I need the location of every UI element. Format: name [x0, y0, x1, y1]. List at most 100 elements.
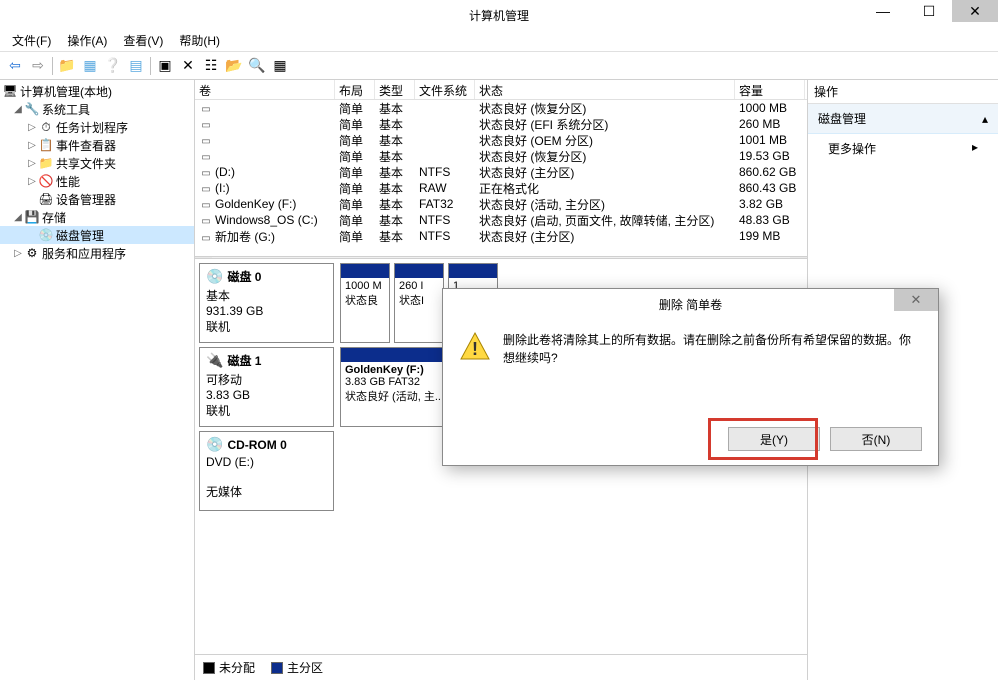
scroll-right-icon[interactable]: ▶: [790, 257, 807, 258]
tree-performance[interactable]: ▷ 🚫 性能: [0, 172, 194, 190]
table-row[interactable]: ▭Windows8_OS (C:) 简单 基本 NTFS 状态良好 (启动, 页…: [195, 212, 807, 228]
legend-primary-label: 主分区: [287, 659, 323, 676]
legend-unallocated-label: 未分配: [219, 659, 255, 676]
table-row[interactable]: ▭GoldenKey (F:) 简单 基本 FAT32 状态良好 (活动, 主分…: [195, 196, 807, 212]
action4-button[interactable]: 📂: [223, 55, 245, 77]
action6-button[interactable]: ▦: [269, 55, 291, 77]
disk-info[interactable]: 💿CD-ROM 0 DVD (E:) 无媒体: [199, 431, 334, 511]
volume-icon: ▭: [199, 121, 213, 131]
no-button[interactable]: 否(N): [830, 427, 922, 451]
menu-view[interactable]: 查看(V): [115, 30, 171, 51]
folder-icon: 📁: [38, 155, 54, 171]
col-capacity[interactable]: 容量: [735, 80, 805, 99]
table-row[interactable]: ▭ 简单 基本 状态良好 (EFI 系统分区) 260 MB: [195, 116, 807, 132]
tree-root-label: 计算机管理(本地): [20, 83, 112, 100]
svg-text:!: !: [472, 339, 478, 359]
forward-button[interactable]: ⇨: [27, 55, 49, 77]
expand-icon[interactable]: ▷: [26, 122, 38, 133]
tree-shared-folders[interactable]: ▷ 📁 共享文件夹: [0, 154, 194, 172]
actions-disk-mgmt[interactable]: 磁盘管理 ▴: [808, 104, 998, 134]
tree-performance-label: 性能: [56, 173, 80, 190]
tree-device-manager[interactable]: 🖨 设备管理器: [0, 190, 194, 208]
tree-storage[interactable]: ◢ 💾 存储: [0, 208, 194, 226]
tools-icon: 🔧: [24, 101, 40, 117]
volume-table: 卷 布局 类型 文件系统 状态 容量 ▭ 简单 基本 状态良好 (恢复分区) 1…: [195, 80, 807, 258]
table-row[interactable]: ▭新加卷 (G:) 简单 基本 NTFS 状态良好 (主分区) 199 MB: [195, 228, 807, 244]
expand-icon[interactable]: ◢: [12, 104, 24, 115]
disk-info[interactable]: 🔌磁盘 1 可移动 3.83 GB 联机: [199, 347, 334, 427]
tree-event-viewer[interactable]: ▷ 📋 事件查看器: [0, 136, 194, 154]
menu-help[interactable]: 帮助(H): [171, 30, 228, 51]
table-row[interactable]: ▭(I:) 简单 基本 RAW 正在格式化 860.43 GB: [195, 180, 807, 196]
col-type[interactable]: 类型: [375, 80, 415, 99]
disk-partition[interactable]: GoldenKey (F:) 3.83 GB FAT32状态良好 (活动, 主.…: [340, 347, 449, 427]
up-button[interactable]: 📁: [56, 55, 78, 77]
view-button[interactable]: ▤: [125, 55, 147, 77]
perf-icon: 🚫: [38, 173, 54, 189]
arrow-icon: ▸: [972, 140, 978, 157]
expand-icon[interactable]: ▷: [12, 248, 24, 259]
dialog-close-button[interactable]: ✕: [894, 289, 938, 311]
col-layout[interactable]: 布局: [335, 80, 375, 99]
dialog-titlebar: 删除 简单卷 ✕: [443, 289, 938, 319]
yes-button[interactable]: 是(Y): [728, 427, 820, 451]
tree-system-tools-label: 系统工具: [42, 101, 90, 118]
legend-primary: 主分区: [271, 659, 323, 676]
refresh-button[interactable]: 🔍: [246, 55, 268, 77]
disk-icon: 💿: [38, 227, 54, 243]
services-icon: ⚙: [24, 245, 40, 261]
tree-root[interactable]: 🖥 计算机管理(本地): [0, 82, 194, 100]
actions-header: 操作: [808, 80, 998, 104]
maximize-button[interactable]: ☐: [906, 0, 952, 22]
disk-partition[interactable]: 260 I状态I: [394, 263, 444, 343]
volume-icon: ▭: [199, 185, 213, 195]
menu-action[interactable]: 操作(A): [59, 30, 115, 51]
expand-icon[interactable]: ◢: [12, 212, 24, 223]
storage-icon: 💾: [24, 209, 40, 225]
action1-button[interactable]: ▣: [154, 55, 176, 77]
window-title: 计算机管理: [469, 7, 529, 24]
show-button[interactable]: ▦: [79, 55, 101, 77]
disk-info[interactable]: 💿磁盘 0 基本 931.39 GB 联机: [199, 263, 334, 343]
volume-header: 卷 布局 类型 文件系统 状态 容量: [195, 80, 807, 100]
legend-box-primary: [271, 662, 283, 674]
tree-services[interactable]: ▷ ⚙ 服务和应用程序: [0, 244, 194, 262]
table-row[interactable]: ▭ 简单 基本 状态良好 (恢复分区) 19.53 GB: [195, 148, 807, 164]
col-status[interactable]: 状态: [475, 80, 735, 99]
tree-storage-label: 存储: [42, 209, 66, 226]
action3-button[interactable]: ☷: [200, 55, 222, 77]
menu-file[interactable]: 文件(F): [4, 30, 59, 51]
drive-icon: 🔌: [206, 352, 223, 368]
titlebar: 计算机管理 — ☐ ✕: [0, 0, 998, 30]
close-button[interactable]: ✕: [952, 0, 998, 22]
volume-icon: ▭: [199, 169, 213, 179]
expand-icon[interactable]: ▷: [26, 140, 38, 151]
confirm-dialog: 删除 简单卷 ✕ ! 删除此卷将清除其上的所有数据。请在删除之前备份所有希望保留…: [442, 288, 939, 466]
actions-more-label: 更多操作: [828, 140, 876, 157]
col-filesystem[interactable]: 文件系统: [415, 80, 475, 99]
tree-task-scheduler[interactable]: ▷ ⏱ 任务计划程序: [0, 118, 194, 136]
tree-disk-management[interactable]: 💿 磁盘管理: [0, 226, 194, 244]
table-row[interactable]: ▭ 简单 基本 状态良好 (恢复分区) 1000 MB: [195, 100, 807, 116]
menubar: 文件(F) 操作(A) 查看(V) 帮助(H): [0, 30, 998, 52]
hscrollbar[interactable]: ◀ ▶: [195, 256, 807, 258]
expand-icon[interactable]: ▷: [26, 158, 38, 169]
event-icon: 📋: [38, 137, 54, 153]
minimize-button[interactable]: —: [860, 0, 906, 22]
action2-button[interactable]: ✕: [177, 55, 199, 77]
collapse-icon: ▴: [982, 112, 988, 126]
expand-icon[interactable]: ▷: [26, 176, 38, 187]
actions-more[interactable]: 更多操作 ▸: [808, 134, 998, 163]
legend-box-black: [203, 662, 215, 674]
table-row[interactable]: ▭ 简单 基本 状态良好 (OEM 分区) 1001 MB: [195, 132, 807, 148]
help-toolbar-button[interactable]: ❔: [102, 55, 124, 77]
table-row[interactable]: ▭(D:) 简单 基本 NTFS 状态良好 (主分区) 860.62 GB: [195, 164, 807, 180]
dialog-body: ! 删除此卷将清除其上的所有数据。请在删除之前备份所有希望保留的数据。你想继续吗…: [443, 319, 938, 379]
computer-icon: 🖥: [2, 83, 18, 99]
col-volume[interactable]: 卷: [195, 80, 335, 99]
scroll-left-icon[interactable]: ◀: [195, 257, 212, 258]
back-button[interactable]: ⇦: [4, 55, 26, 77]
disk-partition[interactable]: 1000 M状态良: [340, 263, 390, 343]
tree-system-tools[interactable]: ◢ 🔧 系统工具: [0, 100, 194, 118]
window-controls: — ☐ ✕: [860, 0, 998, 22]
